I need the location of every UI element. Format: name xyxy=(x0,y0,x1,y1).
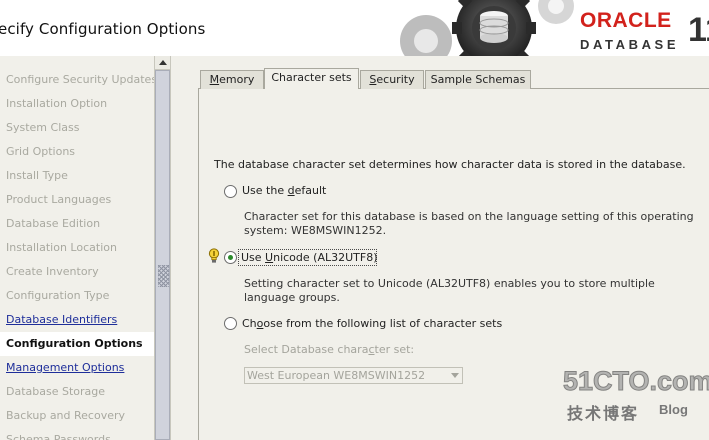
use-unicode-description: Setting character set to Unicode (AL32UT… xyxy=(244,277,655,304)
use-default-label-pre: Use the xyxy=(242,184,288,197)
sidebar-item-backup-and-recovery: Backup and Recovery xyxy=(6,409,126,422)
sidebar-item-product-languages: Product Languages xyxy=(6,193,112,206)
sidebar-item-installation-option: Installation Option xyxy=(6,97,108,110)
sidebar-item-management-options[interactable]: Management Options xyxy=(0,356,154,380)
tab-memory-mnemonic: M xyxy=(209,73,220,86)
charset-select-value: West European WE8MSWIN1252 xyxy=(247,369,426,382)
use-default-description: Character set for this database is based… xyxy=(244,210,694,237)
use-default-label-post: efault xyxy=(294,184,327,197)
use-unicode-mnemonic: U xyxy=(265,251,274,264)
use-default-label[interactable]: Use the default xyxy=(242,184,326,197)
charset-intro-text: The database character set determines ho… xyxy=(214,158,686,171)
use-default-radio[interactable] xyxy=(224,185,237,198)
tab-character-sets-label: Character sets xyxy=(271,71,352,84)
sidebar-item-install-type: Install Type xyxy=(6,169,68,182)
sidebar-item-installation-location: Installation Location xyxy=(6,241,117,254)
sidebar-item-grid-options: Grid Options xyxy=(6,145,76,158)
scrollbar-thumb[interactable] xyxy=(155,70,170,440)
wizard-step-list: Configure Security Updates Installation O… xyxy=(0,56,154,440)
gear-illustration-icon xyxy=(400,0,574,56)
select-charset-label-post: ter set: xyxy=(374,343,415,356)
use-unicode-label-pre: Use xyxy=(241,251,266,264)
tab-security-label-post: ecurity xyxy=(376,73,415,86)
version-number: 11 xyxy=(688,11,709,49)
choose-charset-label-post: ose from the following list of character… xyxy=(263,317,503,330)
sidebar-item-create-inventory: Create Inventory xyxy=(6,265,99,278)
chevron-down-icon[interactable] xyxy=(451,373,459,378)
watermark-blog: Blog xyxy=(659,402,688,417)
tab-memory-label-post: emory xyxy=(219,73,255,86)
sidebar-item-schema-passwords: Schema Passwords xyxy=(6,433,111,440)
choose-charset-label-pre: Ch xyxy=(242,317,257,330)
tab-memory[interactable]: Memory xyxy=(200,70,264,89)
sidebar-item-database-edition: Database Edition xyxy=(6,217,101,230)
oracle-wordmark: ORACLE xyxy=(580,9,672,32)
lightbulb-hint-icon xyxy=(208,248,220,263)
tab-security[interactable]: Security xyxy=(360,70,424,89)
use-default-mnemonic: d xyxy=(287,184,295,197)
sidebar-item-configure-security-updates: Configure Security Updates xyxy=(6,73,154,86)
watermark: 51CTO.com 技术博客 Blog xyxy=(563,366,709,426)
sidebar-scrollbar[interactable] xyxy=(154,56,171,440)
watermark-site: 51CTO.com xyxy=(563,366,709,397)
tab-character-sets[interactable]: Character sets xyxy=(264,68,359,89)
select-charset-label: Select Database character set: xyxy=(244,343,414,356)
tab-sample-schemas[interactable]: Sample Schemas xyxy=(425,70,531,89)
scroll-up-arrow-icon[interactable] xyxy=(155,56,170,70)
sidebar-item-database-identifiers[interactable]: Database Identifiers xyxy=(0,308,154,332)
choose-charset-radio[interactable] xyxy=(224,317,237,330)
oracle-logo: ORACLE DATABASE xyxy=(580,9,680,53)
charset-select[interactable]: West European WE8MSWIN1252 xyxy=(244,367,463,384)
wizard-steps-sidebar: Configure Security Updates Installation O… xyxy=(0,56,154,440)
select-charset-label-pre: Select Database chara xyxy=(244,343,369,356)
use-unicode-radio[interactable] xyxy=(224,251,237,264)
page-title: ecify Configuration Options xyxy=(0,20,206,38)
sidebar-item-configuration-type: Configuration Type xyxy=(6,289,110,302)
use-unicode-label-post: nicode (AL32UTF8) xyxy=(273,251,378,264)
sidebar-item-configuration-options: Configuration Options xyxy=(0,332,154,356)
sidebar-item-database-storage: Database Storage xyxy=(6,385,106,398)
use-unicode-label[interactable]: Use Unicode (AL32UTF8) xyxy=(241,251,378,264)
tab-sample-schemas-label: Sample Schemas xyxy=(430,73,526,86)
sidebar-item-system-class: System Class xyxy=(6,121,80,134)
choose-charset-label[interactable]: Choose from the following list of charac… xyxy=(242,317,502,330)
database-wordmark: DATABASE xyxy=(580,37,680,52)
watermark-cn: 技术博客 xyxy=(567,404,640,423)
header: ecify Configuration Options ORACLE DATAB… xyxy=(0,0,709,56)
scrollbar-grip-icon xyxy=(158,265,169,287)
